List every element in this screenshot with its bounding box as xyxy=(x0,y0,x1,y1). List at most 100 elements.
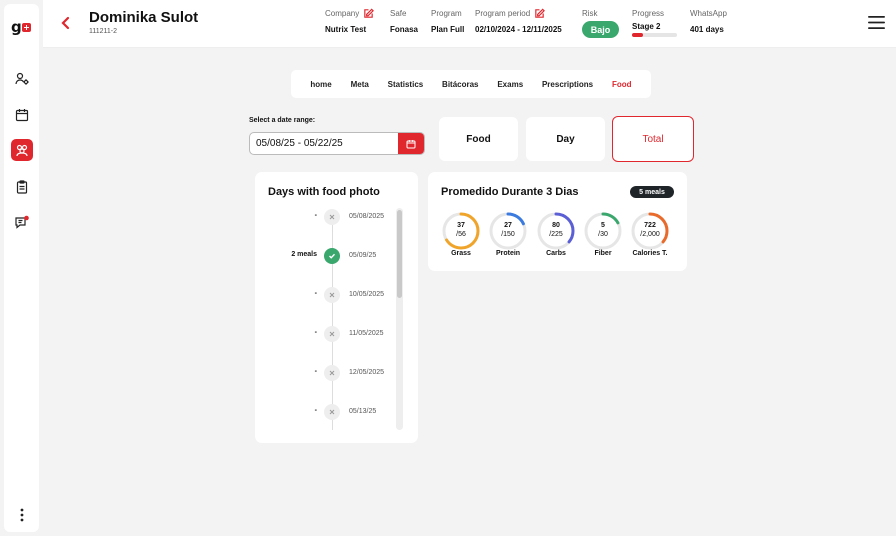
risk-meta: Risk xyxy=(582,8,598,18)
timeline-meals: - xyxy=(314,407,317,414)
program-meta: Program Plan Full xyxy=(431,8,464,35)
date-range-input[interactable] xyxy=(256,133,396,154)
logo[interactable]: g xyxy=(11,18,35,36)
check-icon xyxy=(324,248,340,264)
tab-3[interactable]: Bitácoras xyxy=(442,80,478,89)
nutrient-ring: 80/225 xyxy=(536,211,576,251)
progress-meta: Progress Stage 2 xyxy=(632,8,665,32)
tab-1[interactable]: Meta xyxy=(351,80,369,89)
timeline-date: 11/05/2025 xyxy=(349,330,384,337)
edit-icon[interactable] xyxy=(534,8,546,19)
nutrient-label: Grass xyxy=(451,250,471,257)
date-range-picker xyxy=(249,132,425,155)
timeline-row[interactable]: - 10/05/2025 xyxy=(255,287,405,303)
back-chevron-icon[interactable] xyxy=(59,15,73,31)
timeline-meals: - xyxy=(314,368,317,375)
timeline-date: 05/08/2025 xyxy=(349,213,385,220)
progress-fill xyxy=(632,33,644,37)
program-label: Program xyxy=(431,8,462,18)
timeline-date: 12/05/2025 xyxy=(349,369,385,376)
section-tabs: home Meta Statistics Bitácoras Exams Prescrip… xyxy=(291,70,651,98)
nutrient-label: Fiber xyxy=(594,250,612,257)
swiss-cross-icon xyxy=(21,22,31,32)
safe-value: Fonasa xyxy=(390,25,419,34)
timeline-row[interactable]: 2 meals 05/09/25 xyxy=(255,248,405,264)
more-vertical-icon[interactable] xyxy=(11,504,33,526)
nutrient-value: 80 xyxy=(552,222,560,229)
company-value: Nutrix Test xyxy=(325,25,367,34)
timeline-date: 05/13/25 xyxy=(349,408,377,415)
nutrient-value: 27 xyxy=(504,222,512,229)
date-range-label: Select a date range: xyxy=(249,117,316,124)
nutrient-value: 5 xyxy=(601,222,605,229)
days-with-photo-card: Days with food photo - 05/08/2025 2 meals 0… xyxy=(255,172,418,443)
x-icon xyxy=(324,287,340,303)
tab-2[interactable]: Statistics xyxy=(388,80,424,89)
nutrient-ring: 37/56 xyxy=(441,211,481,251)
clipboard-icon[interactable] xyxy=(11,176,33,198)
user-settings-icon[interactable] xyxy=(11,68,33,90)
period-meta: Program period 02/10/2024 - 12/11/2025 xyxy=(475,8,562,34)
timeline-date: 10/05/2025 xyxy=(349,291,385,298)
tab-5[interactable]: Prescriptions xyxy=(542,80,593,89)
scroll-thumb[interactable] xyxy=(397,210,402,298)
photo-timeline: - 05/08/2025 2 meals 05/09/25 - 10/05/2025 - 11… xyxy=(255,208,418,430)
x-icon xyxy=(324,326,340,342)
tab-0[interactable]: home xyxy=(310,80,331,89)
mode-total-button[interactable]: Total xyxy=(612,116,694,162)
nutrient-ring: 722/2,000 xyxy=(630,211,670,251)
safe-label: Safe xyxy=(390,8,407,18)
company-meta: Company Nutrix Test xyxy=(325,8,375,34)
sidebar: g xyxy=(4,4,39,532)
whatsapp-label: WhatsApp xyxy=(690,8,727,18)
timeline-row[interactable]: - 05/13/25 xyxy=(255,404,405,420)
nutrient-target: /30 xyxy=(598,231,608,238)
calendar-icon xyxy=(406,139,416,148)
risk-label: Risk xyxy=(582,8,598,18)
nutrient-target: /56 xyxy=(456,231,466,238)
x-icon xyxy=(324,404,340,420)
safe-meta: Safe Fonasa xyxy=(390,8,419,35)
mode-day-button[interactable]: Day xyxy=(526,117,605,161)
edit-icon[interactable] xyxy=(363,8,375,19)
timeline-row[interactable]: - 05/08/2025 xyxy=(255,209,405,225)
nutrient-label: Protein xyxy=(495,250,521,257)
timeline-row[interactable]: - 12/05/2025 xyxy=(255,365,405,381)
nutrient-ring: 5/30 xyxy=(583,211,623,251)
risk-badge: Bajo xyxy=(582,21,619,38)
whatsapp-meta: WhatsApp 401 days xyxy=(690,8,727,35)
timeline-date: 05/09/25 xyxy=(349,252,377,259)
nutrient-label: Carbs xyxy=(546,250,566,257)
timeline-meals: - xyxy=(314,290,317,297)
group-icon[interactable] xyxy=(11,139,33,161)
tab-4[interactable]: Exams xyxy=(497,80,523,89)
calendar-button[interactable] xyxy=(398,133,424,154)
patient-name: Dominika Sulot xyxy=(89,9,199,26)
timeline-scrollbar[interactable] xyxy=(396,208,403,430)
nutrient-target: /2,000 xyxy=(640,231,660,238)
x-icon xyxy=(324,365,340,381)
nutrient-ring: 27/150 xyxy=(488,211,528,251)
timeline-meals: - xyxy=(314,212,317,219)
timeline-row[interactable]: - 11/05/2025 xyxy=(255,326,405,342)
timeline-meals: 2 meals xyxy=(291,251,317,258)
period-value: 02/10/2024 - 12/11/2025 xyxy=(475,25,562,34)
nutrient-target: /225 xyxy=(549,231,563,238)
days-with-photo-title: Days with food photo xyxy=(268,186,380,198)
nutrient-value: 37 xyxy=(457,222,465,229)
meals-badge: 5 meals xyxy=(630,186,674,198)
mode-food-button[interactable]: Food xyxy=(439,117,518,161)
logo-text: g xyxy=(11,18,22,36)
hamburger-menu-icon[interactable] xyxy=(868,16,885,29)
progress-bar xyxy=(632,33,677,37)
tab-6[interactable]: Food xyxy=(612,80,632,89)
progress-label: Progress xyxy=(632,8,665,18)
timeline-meals: - xyxy=(314,329,317,336)
progress-value: Stage 2 xyxy=(632,22,661,31)
calendar-icon[interactable] xyxy=(11,104,33,126)
company-label: Company xyxy=(325,8,360,18)
average-title: Promedido Durante 3 Dias xyxy=(441,186,579,198)
chat-notification-icon[interactable] xyxy=(11,212,33,234)
period-label: Program period xyxy=(475,8,531,18)
nutrient-target: /150 xyxy=(501,231,515,238)
